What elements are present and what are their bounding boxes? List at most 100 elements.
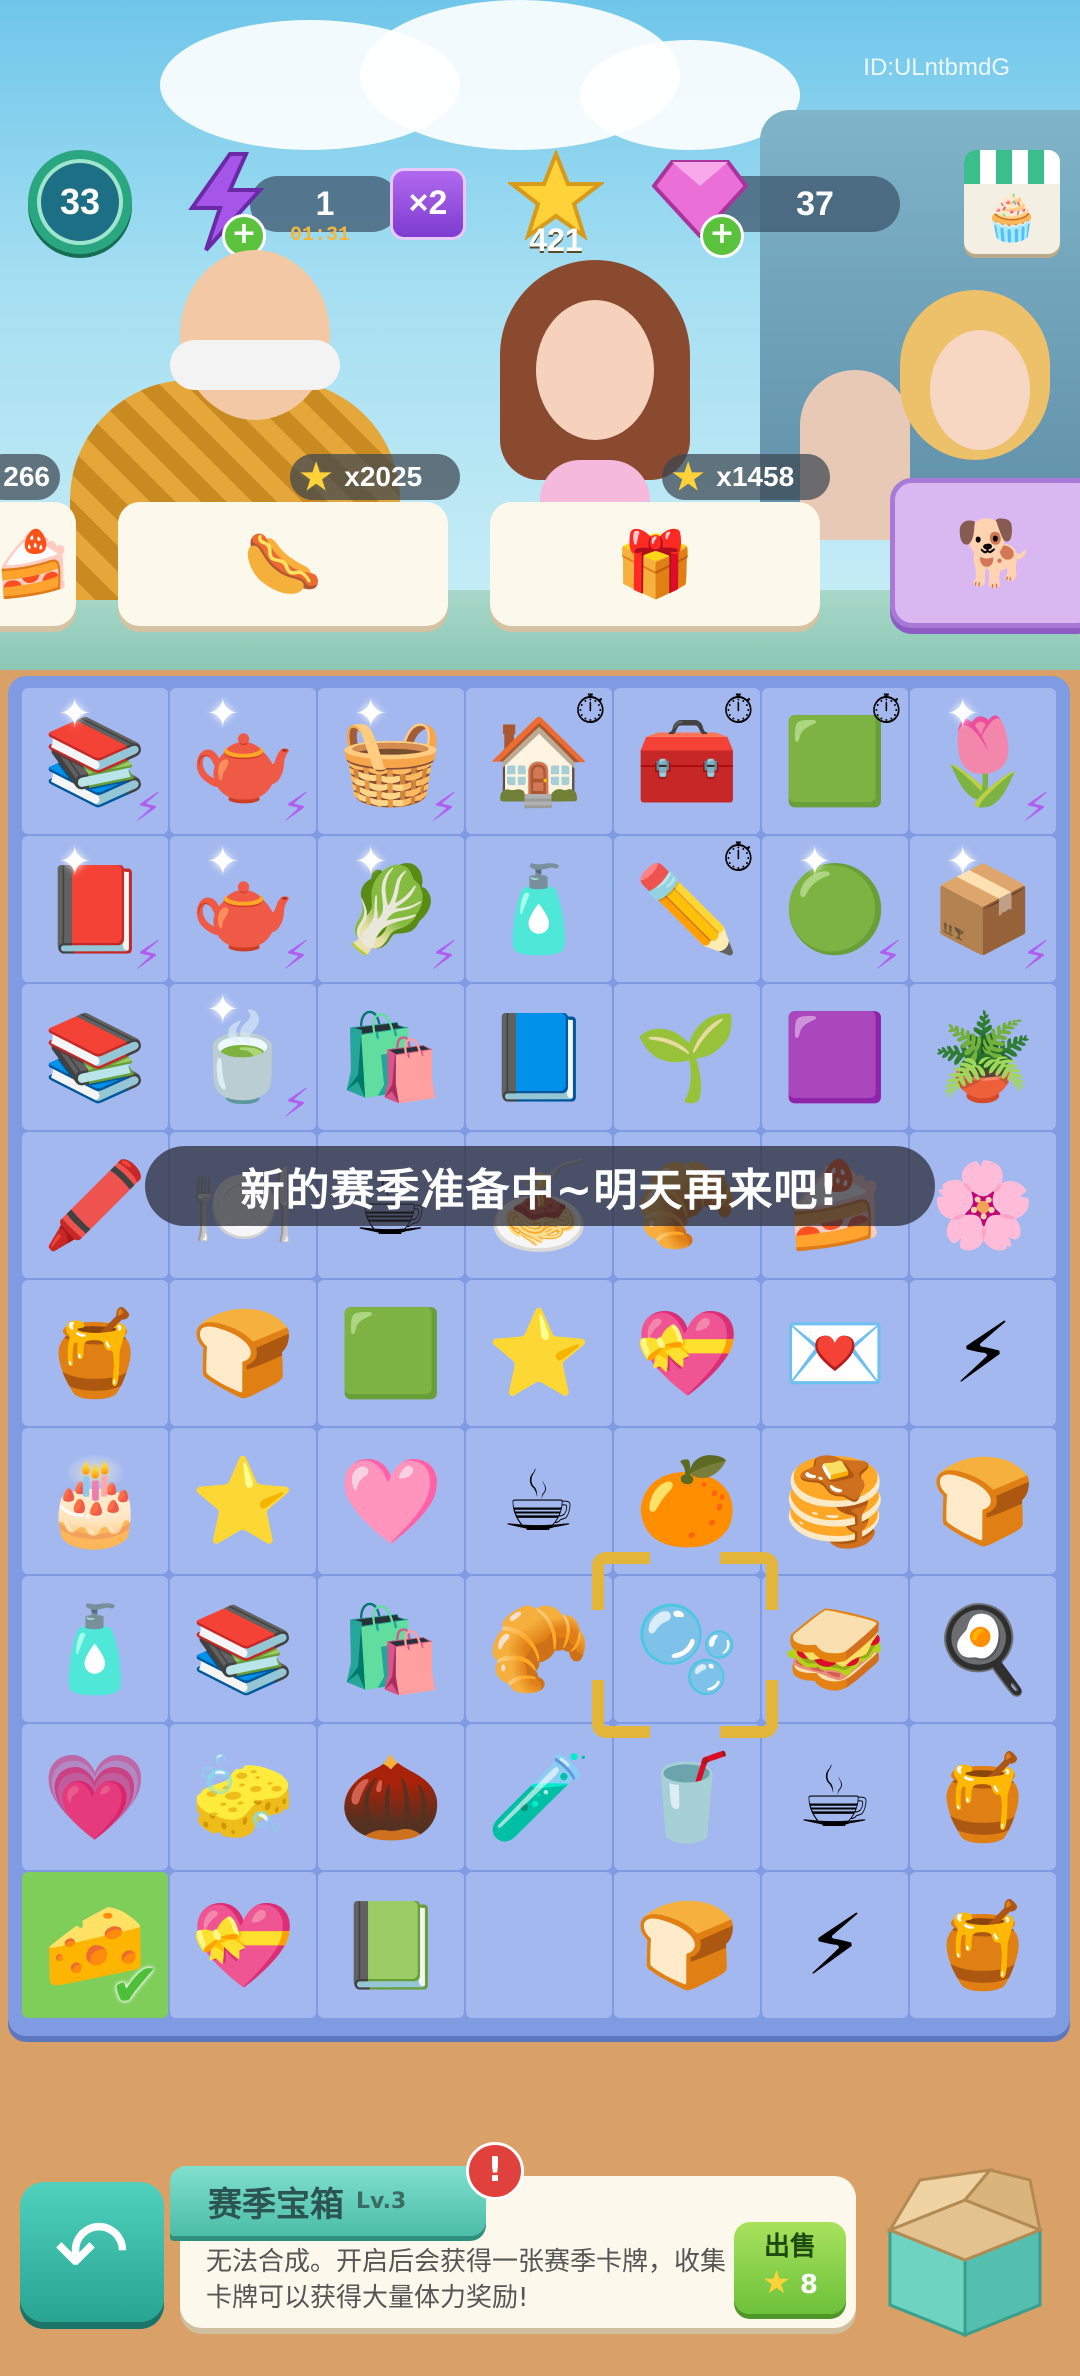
order-stars-value: x2025 [344,461,423,492]
board-cell[interactable]: 🪴 [910,984,1056,1130]
sparkle-icon: ✦ [58,691,92,737]
board-cell[interactable]: 🟢 ✦ ⚡ [762,836,908,982]
item-description: 无法合成。开启后会获得一张赛季卡牌，收集卡牌可以获得大量体力奖励! [206,2247,727,2313]
back-button[interactable]: ↶ [20,2182,164,2322]
board-cell[interactable]: 🟩 ⏱ [762,688,908,834]
blonde-character[interactable] [890,290,1070,510]
board-cell[interactable]: ⚡ [910,1280,1056,1426]
energy-bolt-icon: ⚡ [281,1081,310,1127]
order-card-special[interactable]: 🐕 [890,478,1080,628]
alert-icon[interactable]: ! [466,2142,524,2200]
board-cell[interactable]: 🍞 [170,1280,316,1426]
board-cell[interactable]: ⚡ [762,1872,908,2018]
energy-bolt-icon: ⚡ [873,933,902,979]
board-cell[interactable]: 🟪 [762,984,908,1130]
board-cell[interactable]: 🛍️ [318,1576,464,1722]
order-stars-tag: ★ x1458 [662,454,830,500]
gem-plus-icon[interactable]: + [700,214,744,258]
storage-box-button[interactable] [880,2160,1050,2340]
board-cell[interactable]: 🍯 [910,1724,1056,1870]
board-cell[interactable]: 📚 [22,984,168,1130]
board-cell[interactable]: 📘 [466,984,612,1130]
board-cell[interactable]: 📗 [318,1872,464,2018]
board-cell[interactable]: 🟩 [318,1280,464,1426]
energy-multiplier-button[interactable]: ×2 [390,168,466,240]
board-cell[interactable]: 🧽 [170,1724,316,1870]
order-card[interactable]: 🍰 [0,502,76,626]
board-cell[interactable]: 🍵 ✦ ⚡ [170,984,316,1130]
board-cell[interactable]: 📕 ✦ ⚡ [22,836,168,982]
blonde-head [930,330,1030,450]
energy-bolt-icon: ⚡ [133,785,162,831]
book-box-item: 📚 [190,1600,296,1698]
board-cell[interactable]: 🥤 [614,1724,760,1870]
item-level: Lv.3 [356,2188,407,2214]
sell-label: 出售 [763,2232,816,2262]
board-cell[interactable]: ☕ [762,1724,908,1870]
board-cell[interactable]: 🖍️ [22,1132,168,1278]
board-cell[interactable]: 🧴 [466,836,612,982]
sparkle-icon: ✦ [354,839,388,885]
board-cell[interactable]: 🌰 [318,1724,464,1870]
order-card[interactable]: 🌭 [118,502,448,626]
board-cell[interactable]: 🍯 [910,1872,1056,2018]
sparkle-icon: ✦ [206,691,240,737]
board-cell[interactable]: 🧰 ⏱ [614,688,760,834]
love-letter-item: 💌 [782,1304,888,1402]
energy-bolt-icon: ⚡ [429,933,458,979]
player-level-badge[interactable]: 33 [28,150,132,254]
board-cell[interactable]: 💝 [614,1280,760,1426]
sell-price: ★ 8 [734,2263,846,2301]
board-cell[interactable]: 🍳 [910,1576,1056,1722]
stars-item: ⭐ [486,1304,592,1402]
book-crate-item: 📚 [42,1008,148,1106]
board-cell[interactable]: ⭐ [170,1428,316,1574]
frame-corner [720,1552,778,1610]
board-cell[interactable]: 📚 ✦ ⚡ [22,688,168,834]
item-info-title: 赛季宝箱 Lv.3 [170,2166,486,2236]
board-cell[interactable]: 🧀 ✔ [22,1872,168,2018]
board-cell[interactable]: 🫖 ✦ ⚡ [170,688,316,834]
shop-awning-icon [964,150,1060,184]
board-cell[interactable]: 🥐 [466,1576,612,1722]
board-cell[interactable]: 🏠 ⏱ [466,688,612,834]
board-cell[interactable]: 🫖 ✦ ⚡ [170,836,316,982]
board-cell[interactable] [466,1872,612,2018]
back-arrow-icon: ↶ [54,2199,130,2305]
board-cell[interactable]: ✏️ ⏱ [614,836,760,982]
honey-jar-item: 🍯 [930,1748,1036,1846]
croissant-flowers-item: 🥐 [486,1600,592,1698]
board-cell[interactable]: 🌱 [614,984,760,1130]
board-cell[interactable]: ☕ [466,1428,612,1574]
board-cell[interactable]: 📚 [170,1576,316,1722]
board-cell[interactable]: 🧴 [22,1576,168,1722]
board-cell[interactable]: 🥞 [762,1428,908,1574]
board-cell[interactable]: 🍞 [614,1872,760,2018]
board-cell[interactable]: 🥪 [762,1576,908,1722]
board-cell[interactable]: 💌 [762,1280,908,1426]
energy-timer: 01:31 [290,224,351,247]
sell-star-icon: ★ [762,2263,791,2301]
frame-corner [592,1680,650,1738]
board-cell[interactable]: 🎂 [22,1428,168,1574]
pink-napkins-item: 🩷 [338,1452,444,1550]
board-cell[interactable]: 🧪 [466,1724,612,1870]
frame-corner [592,1552,650,1610]
shop-button[interactable]: 🧁 [964,150,1060,254]
board-cell[interactable]: 💝 [170,1872,316,2018]
board-cell[interactable]: 🍞 [910,1428,1056,1574]
board-cell[interactable]: 🥬 ✦ ⚡ [318,836,464,982]
board-cell[interactable]: 📦 ✦ ⚡ [910,836,1056,982]
board-cell[interactable]: 🩷 [318,1428,464,1574]
order-card[interactable]: 🎁 [490,502,820,626]
stopwatch-icon: ⏱ [722,835,754,881]
board-cell[interactable]: 🌸 [910,1132,1056,1278]
board-cell[interactable]: 🛍️ [318,984,464,1130]
eraser-item: 🧽 [190,1748,296,1846]
board-cell[interactable]: 🍯 [22,1280,168,1426]
board-cell[interactable]: 🌷 ✦ ⚡ [910,688,1056,834]
board-cell[interactable]: ⭐ [466,1280,612,1426]
sell-button[interactable]: 出售 ★ 8 [734,2222,846,2314]
board-cell[interactable]: 💗 [22,1724,168,1870]
board-cell[interactable]: 🧺 ✦ ⚡ [318,688,464,834]
